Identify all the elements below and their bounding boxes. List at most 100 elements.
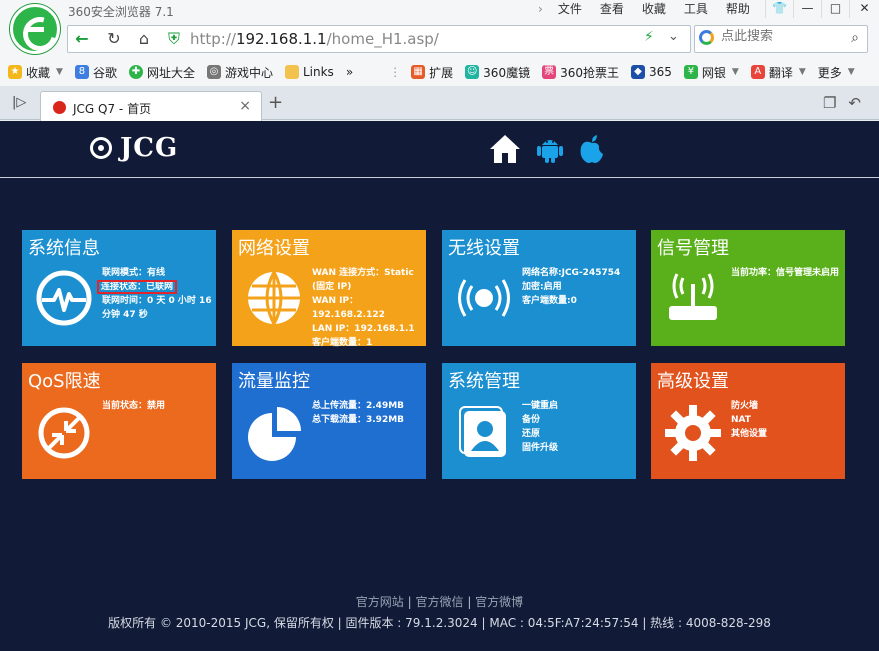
gamepad-icon: ◎	[206, 65, 221, 79]
gear-icon	[665, 405, 721, 461]
tab-label: JCG Q7 - 首页	[73, 102, 152, 116]
skin-icon[interactable]: 👕	[765, 0, 793, 18]
signal-details: 当前功率：信号管理未启用	[731, 268, 840, 278]
ext-extensions[interactable]: ▦ 扩展	[411, 64, 453, 81]
menu-view[interactable]: 查看	[591, 2, 633, 16]
tile-wireless-settings[interactable]: 无线设置 网络名称:JCG-245754 加密:启用 客户端数量:0	[442, 230, 636, 346]
restore-link[interactable]: 还原	[522, 427, 634, 441]
google-icon: 8	[74, 65, 89, 79]
connection-status: 连接状态：已联网	[96, 280, 178, 294]
close-button[interactable]: ✕	[849, 0, 879, 18]
bookmark-games[interactable]: ◎ 游戏中心	[206, 64, 273, 81]
ext-more[interactable]: 更多 ▼	[818, 64, 855, 81]
bookmark-google[interactable]: 8 谷歌	[74, 64, 117, 81]
search-icon[interactable]: ⌕	[851, 30, 859, 46]
globe-icon: ✚	[128, 65, 143, 79]
advanced-details: 防火墙 NAT 其他设置	[731, 399, 843, 441]
tile-system-management[interactable]: 系统管理 一键重启 备份 还原 固件升级	[442, 363, 636, 479]
jcg-logo-icon	[90, 137, 112, 159]
apple-icon[interactable]	[578, 133, 606, 165]
star-icon: ★	[8, 65, 22, 79]
minimize-button[interactable]: —	[793, 0, 821, 18]
firewall-link[interactable]: 防火墙	[731, 399, 843, 413]
android-icon[interactable]	[536, 133, 564, 165]
window-title: 360安全浏览器 7.1	[68, 5, 174, 19]
footer-links: 官方网站 | 官方微信 | 官方微博	[355, 595, 524, 609]
chevron-right-icon[interactable]: ›	[532, 2, 549, 16]
chevron-down-icon[interactable]: ▼	[848, 67, 855, 77]
search-input[interactable]	[721, 29, 841, 44]
ext-365[interactable]: ◆ 365	[630, 65, 672, 79]
tab-tools: ❐ ↶	[823, 94, 861, 112]
bookmark-favorites[interactable]: ★ 收藏 ▼	[8, 64, 63, 81]
ticket-icon: 票	[542, 65, 557, 79]
tile-advanced-settings[interactable]: 高级设置 防火墙 NAT 其他设置	[651, 363, 845, 479]
undo-close-icon[interactable]: ↶	[848, 94, 861, 112]
home-icon[interactable]	[488, 133, 522, 165]
more-bookmarks-icon[interactable]: »	[346, 65, 353, 79]
reload-icon[interactable]: ↻	[100, 26, 128, 52]
chevron-down-icon[interactable]: ▼	[799, 67, 806, 77]
bank-icon: ¥	[683, 65, 698, 79]
shield-icon: ◆	[630, 65, 645, 79]
speed-limit-icon	[38, 407, 90, 459]
menu-file[interactable]: 文件	[549, 2, 591, 16]
search-engine-icon[interactable]	[699, 30, 714, 45]
backup-link[interactable]: 备份	[522, 413, 634, 427]
new-tab-button[interactable]: +	[268, 92, 283, 113]
official-site-link[interactable]: 官方网站	[356, 595, 404, 609]
maximize-button[interactable]: □	[821, 0, 849, 18]
search-box[interactable]: ⌕	[694, 25, 868, 53]
pie-chart-icon	[248, 407, 301, 461]
tile-signal-management[interactable]: 信号管理 当前功率：信号管理未启用	[651, 230, 845, 346]
ext-translate[interactable]: A 翻译 ▼	[750, 64, 806, 81]
toolbar-divider: ⋮	[389, 65, 402, 79]
tab-jcg-home[interactable]: JCG Q7 - 首页 ×	[40, 91, 262, 121]
browser-logo-icon	[10, 4, 60, 54]
wifi-icon	[458, 279, 510, 317]
chevron-down-icon[interactable]: ▼	[732, 67, 739, 77]
tile-qos[interactable]: QoS限速 当前状态：禁用	[22, 363, 216, 479]
official-weibo-link[interactable]: 官方微博	[475, 595, 523, 609]
mirror-icon: ☺	[465, 65, 480, 79]
tile-network-settings[interactable]: 网络设置 WAN 连接方式：Static (固定 IP) WAN IP：192.…	[232, 230, 426, 348]
sidebar-toggle-icon[interactable]: |▷	[12, 95, 26, 110]
traffic-details: 总上传流量：2.49MB 总下载流量：3.92MB	[312, 401, 405, 425]
router-page: JCG 系统信息 联网模式：有线 连接状态：已联网 联网时间：0 天 0 小时 …	[0, 121, 879, 651]
ext-bank[interactable]: ¥ 网银 ▼	[683, 64, 739, 81]
chevron-down-icon[interactable]: ▼	[56, 67, 63, 77]
nat-link[interactable]: NAT	[731, 413, 843, 427]
firmware-upgrade-link[interactable]: 固件升级	[522, 441, 634, 455]
chevron-down-icon[interactable]: ⌄	[668, 29, 679, 44]
home-icon[interactable]: ⌂	[130, 26, 158, 52]
ext-mirror[interactable]: ☺ 360魔镜	[465, 64, 530, 81]
tab-list-icon[interactable]: ❐	[823, 94, 836, 112]
ext-ticket[interactable]: 票 360抢票王	[542, 64, 619, 81]
puzzle-icon: ▦	[411, 65, 426, 79]
menu-favorites[interactable]: 收藏	[633, 2, 675, 16]
folder-icon	[284, 65, 299, 79]
header-icons	[488, 133, 606, 165]
address-bar[interactable]: ← ↻ ⌂ ⛨ http://192.168.1.1/home_H1.asp/ …	[67, 25, 691, 53]
menu-help[interactable]: 帮助	[717, 2, 759, 16]
system-management-details: 一键重启 备份 还原 固件升级	[522, 399, 634, 455]
tab-bar: |▷ JCG Q7 - 首页 × + ❐ ↶	[0, 86, 879, 121]
back-arrow-icon[interactable]: ←	[68, 26, 96, 52]
other-settings-link[interactable]: 其他设置	[731, 427, 843, 441]
bookmarks-bar: ★ 收藏 ▼ 8 谷歌 ✚ 网址大全 ◎ 游戏中心 Links » ⋮ ▦ 扩展 ☺ 360魔…	[0, 58, 879, 86]
speed-mode-icon[interactable]: ⚡	[644, 29, 654, 45]
bookmark-hao360[interactable]: ✚ 网址大全	[128, 64, 195, 81]
page-header: JCG	[0, 121, 879, 178]
tile-system-info[interactable]: 系统信息 联网模式：有线 连接状态：已联网 联网时间：0 天 0 小时 16 分…	[22, 230, 216, 346]
security-shield-icon[interactable]: ⛨	[160, 26, 188, 52]
router-signal-icon	[669, 273, 717, 320]
close-tab-icon[interactable]: ×	[239, 98, 251, 114]
official-wechat-link[interactable]: 官方微信	[415, 595, 463, 609]
menu-tools[interactable]: 工具	[675, 2, 717, 16]
url-text[interactable]: http://192.168.1.1/home_H1.asp/	[190, 30, 439, 48]
tile-traffic-monitor[interactable]: 流量监控 总上传流量：2.49MB 总下载流量：3.92MB	[232, 363, 426, 479]
user-card-icon	[459, 406, 506, 457]
reboot-link[interactable]: 一键重启	[522, 399, 634, 413]
bookmark-links[interactable]: Links	[284, 65, 334, 79]
jcg-logo[interactable]: JCG	[90, 133, 178, 163]
